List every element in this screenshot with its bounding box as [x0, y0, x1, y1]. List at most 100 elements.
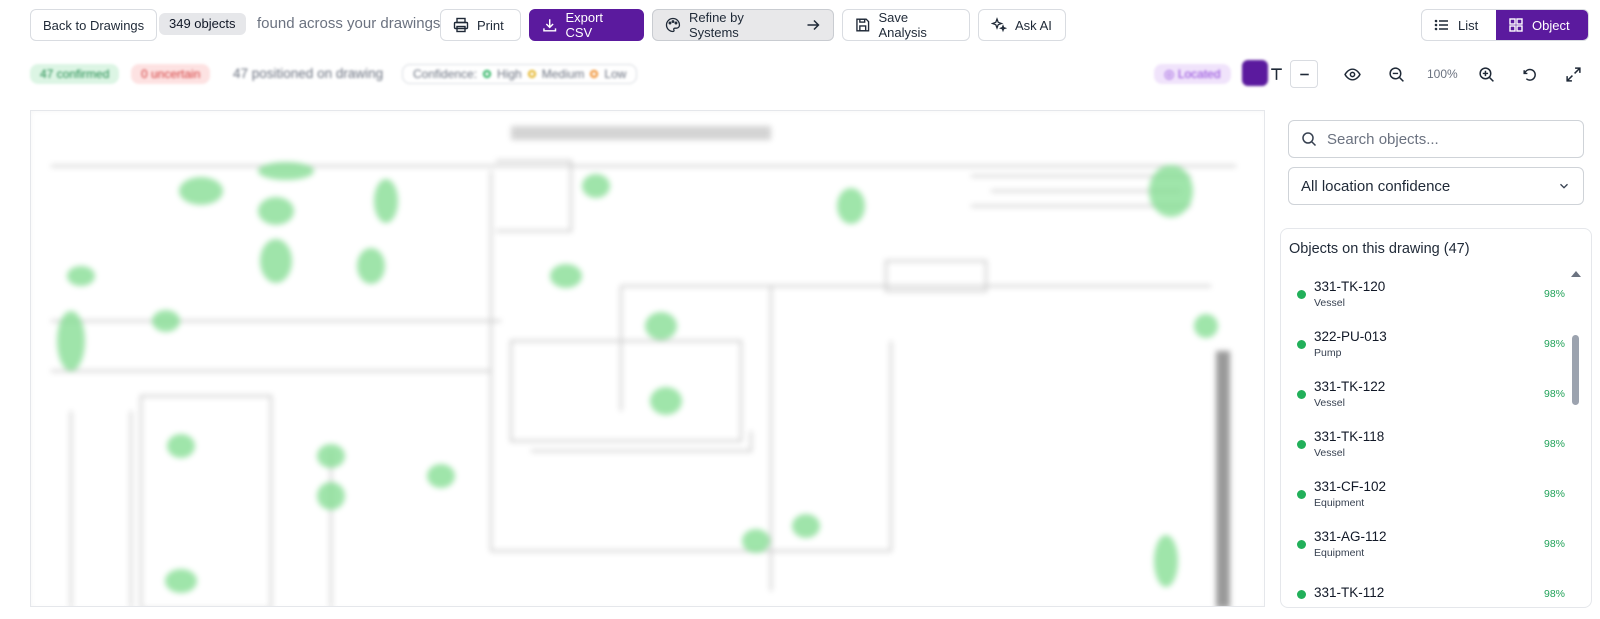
- object-id: 331-TK-118: [1314, 429, 1385, 444]
- back-to-drawings-button[interactable]: Back to Drawings: [30, 9, 158, 41]
- palette-icon: [665, 17, 681, 33]
- list-view-label: List: [1458, 17, 1479, 33]
- confidence-value: 98%: [1543, 488, 1565, 500]
- zoom-in-button[interactable]: [1478, 60, 1495, 88]
- objects-panel: Objects on this drawing (47) 331-TK-120 V…: [1280, 228, 1592, 608]
- rotate-icon: [1523, 68, 1536, 81]
- object-view-label: Object: [1532, 17, 1570, 33]
- expand-icon: [1566, 66, 1581, 82]
- object-id: 322-PU-013: [1314, 329, 1387, 344]
- zoom-in-icon: [1479, 66, 1494, 82]
- zoom-out-icon: [1389, 66, 1404, 82]
- status-dot-icon: [1297, 339, 1306, 349]
- search-input[interactable]: Search objects...: [1288, 120, 1584, 158]
- status-dot-icon: [1297, 389, 1306, 399]
- location-confidence-select[interactable]: All location confidence: [1288, 167, 1584, 205]
- object-type: Equipment: [1314, 547, 1365, 559]
- objects-sidebar: Search objects... All location confidenc…: [1280, 108, 1600, 608]
- list-item[interactable]: 331-TK-112 98%: [1289, 569, 1569, 619]
- high-label: High: [497, 67, 522, 81]
- object-view-button[interactable]: Object: [1496, 10, 1588, 40]
- list-view-button[interactable]: List: [1422, 10, 1496, 40]
- located-label: Located: [1177, 67, 1221, 81]
- circle-tool-button[interactable]: [1242, 60, 1268, 86]
- object-id: 331-AG-112: [1314, 529, 1387, 544]
- save-icon: [856, 18, 870, 32]
- fullscreen-button[interactable]: [1565, 60, 1582, 88]
- visibility-button[interactable]: [1344, 60, 1361, 88]
- print-button[interactable]: Print: [440, 9, 521, 41]
- eye-icon: [1344, 67, 1361, 81]
- list-icon: [1434, 19, 1448, 31]
- save-label: Save Analysis: [878, 10, 927, 40]
- object-type: Vessel: [1314, 447, 1345, 459]
- object-id: 331-TK-122: [1314, 379, 1386, 394]
- line-tool-button[interactable]: [1290, 60, 1318, 88]
- reset-view-button[interactable]: [1521, 60, 1538, 88]
- medium-label: Medium: [541, 67, 585, 81]
- confidence-label: Confidence:: [413, 67, 478, 81]
- confidence-legend: Confidence: High Medium Low: [402, 64, 638, 84]
- panel-title: Objects on this drawing (47): [1289, 241, 1470, 257]
- object-type: Vessel: [1314, 397, 1345, 409]
- list-item[interactable]: 322-PU-013 Pump 98%: [1289, 319, 1569, 369]
- export-label: Export CSV: [565, 10, 604, 40]
- low-dot-icon: [590, 70, 599, 78]
- object-type: Pump: [1314, 347, 1342, 359]
- export-csv-button[interactable]: Export CSV: [529, 9, 644, 41]
- positioned-text: 47 positioned on drawing: [233, 66, 384, 81]
- located-badge: ◎ Located: [1154, 64, 1231, 84]
- confirmed-badge: 47 confirmed: [30, 64, 120, 84]
- sparkles-icon: [991, 17, 1007, 33]
- objects-count-badge: 349 objects: [159, 13, 246, 35]
- confidence-value: 98%: [1543, 338, 1565, 350]
- ask-ai-button[interactable]: Ask AI: [978, 9, 1066, 41]
- status-dot-icon: [1297, 589, 1306, 599]
- printer-icon: [453, 17, 469, 33]
- object-type: Vessel: [1314, 297, 1345, 309]
- text-tool-button[interactable]: [1268, 60, 1285, 88]
- confidence-value: 98%: [1543, 588, 1565, 600]
- list-item[interactable]: 331-AG-112 Equipment 98%: [1289, 519, 1569, 569]
- list-item[interactable]: 331-TK-122 Vessel 98%: [1289, 369, 1569, 419]
- list-item[interactable]: 331-TK-120 Vessel 98%: [1289, 269, 1569, 319]
- confidence-value: 98%: [1543, 438, 1565, 450]
- print-label: Print: [477, 17, 504, 33]
- object-type: Equipment: [1314, 497, 1365, 509]
- scroll-up-icon: [1571, 271, 1581, 277]
- low-label: Low: [604, 67, 627, 81]
- zoom-level: 100%: [1427, 67, 1458, 81]
- grid-icon: [1509, 18, 1523, 32]
- view-toggle: List Object: [1421, 9, 1589, 41]
- minus-icon: [1299, 73, 1309, 75]
- zoom-out-button[interactable]: [1388, 60, 1405, 88]
- drawing-image: [31, 111, 1264, 606]
- filter-value: All location confidence: [1301, 177, 1451, 195]
- drawing-canvas[interactable]: [30, 110, 1265, 607]
- scrollbar-thumb[interactable]: [1572, 335, 1579, 405]
- confidence-value: 98%: [1543, 288, 1565, 300]
- uncertain-badge: 0 uncertain: [131, 64, 211, 84]
- object-id: 331-TK-120: [1314, 279, 1386, 294]
- object-id: 331-TK-112: [1314, 585, 1385, 600]
- object-id: 331-CF-102: [1314, 479, 1387, 494]
- refine-by-systems-button[interactable]: Refine by Systems: [652, 9, 834, 41]
- search-icon: [1302, 132, 1317, 147]
- search-placeholder: Search objects...: [1327, 130, 1439, 148]
- ask-ai-label: Ask AI: [1015, 17, 1052, 33]
- arrow-right-icon: [807, 19, 820, 31]
- list-scrollbar[interactable]: [1569, 269, 1583, 609]
- save-analysis-button[interactable]: Save Analysis: [842, 9, 970, 41]
- refine-label: Refine by Systems: [688, 10, 744, 40]
- top-toolbar: Back to Drawings 349 objects found acros…: [0, 0, 1600, 50]
- status-dot-icon: [1297, 289, 1306, 299]
- medium-dot-icon: [527, 70, 536, 78]
- list-item[interactable]: 331-CF-102 Equipment 98%: [1289, 469, 1569, 519]
- list-item[interactable]: 331-TK-118 Vessel 98%: [1289, 419, 1569, 469]
- objects-list: 331-TK-120 Vessel 98% 322-PU-013 Pump 98% …: [1289, 269, 1569, 619]
- high-dot-icon: [483, 70, 492, 78]
- status-dot-icon: [1297, 439, 1306, 449]
- status-dot-icon: [1297, 539, 1306, 549]
- download-icon: [543, 19, 557, 32]
- confidence-value: 98%: [1543, 538, 1565, 550]
